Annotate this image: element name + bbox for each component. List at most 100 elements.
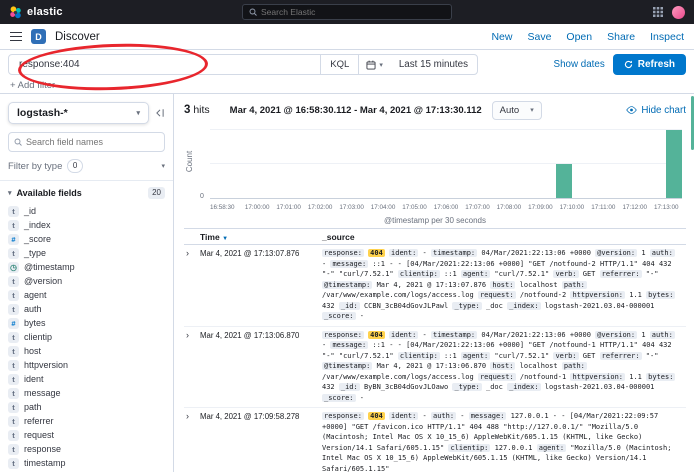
source-field-value: 404 bbox=[368, 249, 385, 257]
menu-icon[interactable] bbox=[10, 32, 22, 41]
field-item-_id[interactable]: t_id bbox=[8, 204, 165, 218]
string-field-icon: t bbox=[8, 276, 19, 287]
hits-count: 3 hits bbox=[184, 104, 210, 116]
expand-row-icon[interactable]: › bbox=[184, 330, 200, 404]
expand-row-icon[interactable]: › bbox=[184, 411, 200, 472]
nav-action-new[interactable]: New bbox=[491, 31, 512, 43]
field-item-@version[interactable]: t@version bbox=[8, 274, 165, 288]
source-field-value: - bbox=[460, 412, 464, 420]
source-field-value: ::1 bbox=[444, 270, 457, 278]
interval-select[interactable]: Auto ▾ bbox=[492, 101, 542, 120]
x-tick-label: 17:05:00 bbox=[402, 204, 427, 211]
filter-count-badge: 0 bbox=[67, 159, 82, 173]
source-field-name: clientip: bbox=[448, 444, 490, 452]
source-field-value: _doc bbox=[486, 383, 503, 391]
source-field-value: localhost bbox=[520, 281, 558, 289]
field-search[interactable] bbox=[8, 132, 165, 152]
histogram-bar[interactable] bbox=[666, 130, 682, 198]
source-field-value: - bbox=[423, 412, 427, 420]
field-item-auth[interactable]: tauth bbox=[8, 302, 165, 316]
source-field-name: message: bbox=[469, 412, 507, 420]
field-item-clientip[interactable]: tclientip bbox=[8, 330, 165, 344]
field-name: request bbox=[24, 430, 54, 440]
source-field-value: Mar 4, 2021 @ 17:13:06.870 bbox=[377, 362, 487, 370]
hide-chart-label: Hide chart bbox=[641, 105, 686, 116]
field-item-host[interactable]: thost bbox=[8, 344, 165, 358]
eye-icon bbox=[626, 106, 637, 114]
user-avatar[interactable] bbox=[672, 6, 685, 19]
time-column-header[interactable]: Time ▼ bbox=[200, 232, 322, 242]
histogram-bar[interactable] bbox=[556, 164, 572, 198]
field-item-message[interactable]: tmessage bbox=[8, 386, 165, 400]
chevron-down-icon: ▾ bbox=[136, 109, 140, 117]
source-field-name: _id: bbox=[339, 383, 360, 391]
date-picker-button[interactable]: ▾ bbox=[358, 55, 390, 74]
source-field-name: httpversion: bbox=[570, 291, 625, 299]
field-item-ident[interactable]: tident bbox=[8, 372, 165, 386]
source-field-value: - bbox=[423, 331, 427, 339]
nav-action-inspect[interactable]: Inspect bbox=[650, 31, 684, 43]
field-item-request[interactable]: trequest bbox=[8, 428, 165, 442]
date-field-icon: ◷ bbox=[8, 262, 19, 273]
source-field-value: 04/Mar/2021:22:13:06 +0000 bbox=[481, 249, 591, 257]
nav-action-share[interactable]: Share bbox=[607, 31, 635, 43]
gridline bbox=[210, 129, 682, 130]
field-name: _score bbox=[24, 234, 51, 244]
string-field-icon: t bbox=[8, 388, 19, 399]
source-field-value: 127.0.0.1 bbox=[495, 444, 533, 452]
query-input[interactable] bbox=[9, 55, 320, 74]
field-item-@timestamp[interactable]: ◷@timestamp bbox=[8, 260, 165, 274]
time-range-value[interactable]: Last 15 minutes bbox=[390, 55, 477, 74]
doc-table-header: Time ▼ _source bbox=[184, 228, 686, 245]
available-fields-header[interactable]: ▾ Available fields 20 bbox=[8, 187, 165, 199]
source-field-value: - bbox=[360, 394, 364, 402]
field-item-referrer[interactable]: treferrer bbox=[8, 414, 165, 428]
source-field-value: _doc bbox=[486, 302, 503, 310]
string-field-icon: t bbox=[8, 248, 19, 259]
source-field-name: ident: bbox=[389, 412, 418, 420]
x-tick-label: 17:00:00 bbox=[245, 204, 270, 211]
global-search[interactable] bbox=[242, 4, 452, 20]
field-item-_type[interactable]: t_type bbox=[8, 246, 165, 260]
number-field-icon: # bbox=[8, 318, 19, 329]
field-item-_index[interactable]: t_index bbox=[8, 218, 165, 232]
y-axis-tick: 0 bbox=[200, 193, 204, 200]
source-field-value: - bbox=[360, 312, 364, 320]
index-pattern-name: logstash-* bbox=[17, 107, 68, 119]
source-field-name: _id: bbox=[339, 302, 360, 310]
field-item-agent[interactable]: tagent bbox=[8, 288, 165, 302]
add-filter-button[interactable]: + Add filter bbox=[10, 80, 55, 91]
nav-action-save[interactable]: Save bbox=[527, 31, 551, 43]
elastic-logo[interactable]: elastic bbox=[9, 6, 63, 19]
expand-row-icon[interactable]: › bbox=[184, 248, 200, 322]
field-item-_score[interactable]: #_score bbox=[8, 232, 165, 246]
filter-by-type[interactable]: Filter by type 0 ▾ bbox=[8, 159, 165, 173]
query-text-input[interactable] bbox=[19, 59, 310, 70]
results-header: 3 hits Mar 4, 2021 @ 16:58:30.112 - Mar … bbox=[184, 99, 686, 121]
kql-button[interactable]: KQL bbox=[320, 55, 358, 74]
field-item-httpversion[interactable]: thttpversion bbox=[8, 358, 165, 372]
refresh-button[interactable]: Refresh bbox=[613, 54, 686, 75]
source-field-value: 1.1 bbox=[629, 291, 642, 299]
space-badge[interactable]: D bbox=[31, 29, 46, 44]
nav-action-open[interactable]: Open bbox=[566, 31, 592, 43]
hide-chart-link[interactable]: Hide chart bbox=[626, 105, 686, 116]
field-item-response[interactable]: tresponse bbox=[8, 442, 165, 456]
source-field-name: host: bbox=[490, 281, 515, 289]
field-item-timestamp[interactable]: ttimestamp bbox=[8, 456, 165, 470]
field-search-input[interactable] bbox=[26, 137, 159, 147]
source-field-value: logstash-2021.03.04-000001 bbox=[545, 383, 655, 391]
field-item-path[interactable]: tpath bbox=[8, 400, 165, 414]
index-pattern-select[interactable]: logstash-* ▾ bbox=[8, 102, 149, 124]
show-dates-link[interactable]: Show dates bbox=[554, 59, 605, 70]
x-tick-label: 17:07:00 bbox=[465, 204, 490, 211]
x-tick-label: 17:08:00 bbox=[497, 204, 522, 211]
collapse-sidebar-icon[interactable] bbox=[155, 108, 165, 118]
field-name: _index bbox=[24, 220, 51, 230]
global-search-input[interactable] bbox=[261, 7, 445, 17]
field-item-bytes[interactable]: #bytes bbox=[8, 316, 165, 330]
string-field-icon: t bbox=[8, 332, 19, 343]
string-field-icon: t bbox=[8, 206, 19, 217]
string-field-icon: t bbox=[8, 402, 19, 413]
apps-grid-icon[interactable] bbox=[653, 7, 663, 17]
